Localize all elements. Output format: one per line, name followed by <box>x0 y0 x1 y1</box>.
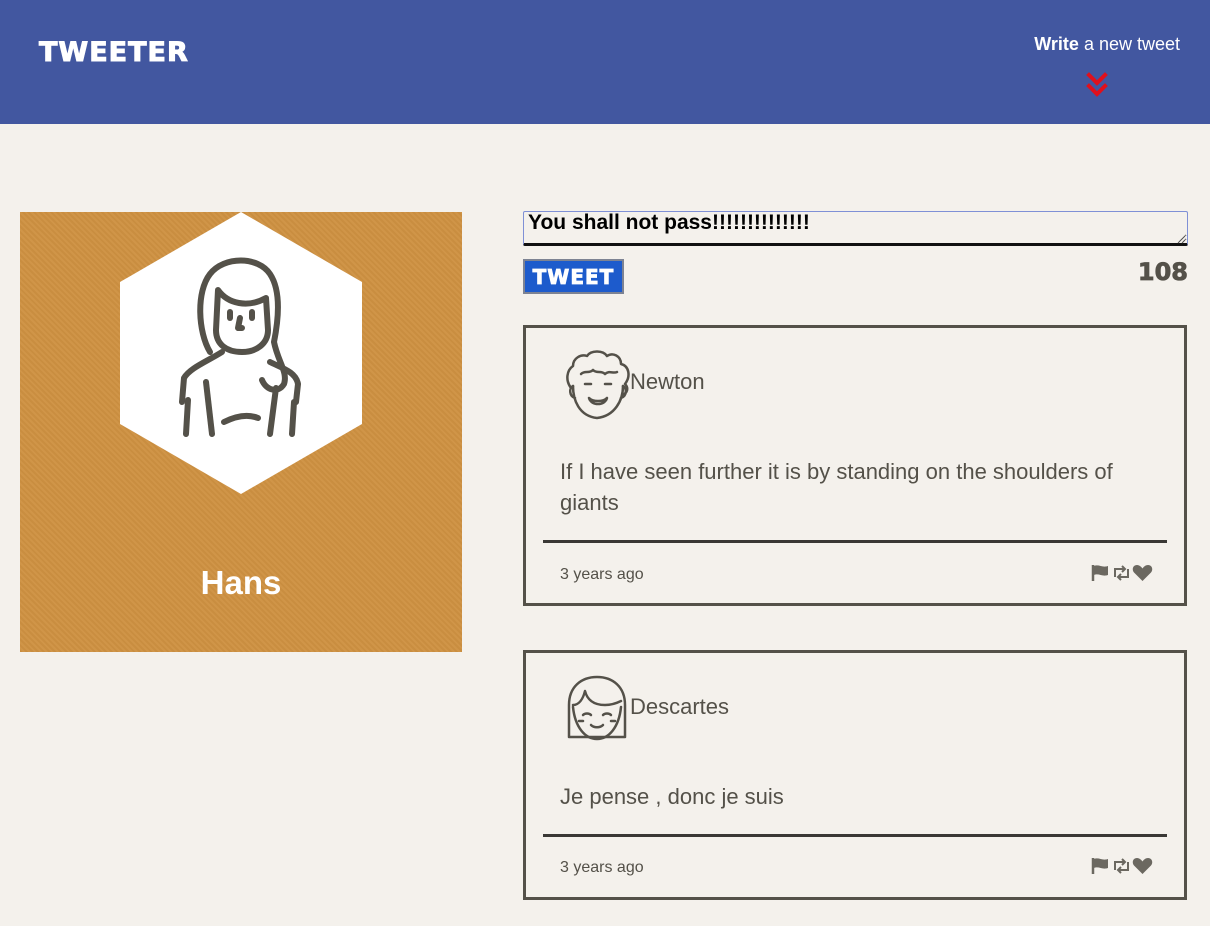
resize-grip-icon[interactable] <box>1176 234 1186 244</box>
tweet-divider <box>543 834 1167 837</box>
tweet-actions <box>1090 564 1153 582</box>
woman-avatar-icon <box>120 212 362 494</box>
tweet-card: Descartes Je pense , donc je suis 3 year… <box>523 650 1187 900</box>
brand-logo[interactable]: TWEETER <box>39 37 189 69</box>
top-nav: TWEETER Write a new tweet <box>0 0 1210 124</box>
profile-card: Hans <box>20 212 462 652</box>
heart-icon[interactable] <box>1132 857 1153 875</box>
tweet-content: Je pense , donc je suis <box>560 784 784 809</box>
tweet-divider <box>543 540 1167 543</box>
tweet-author[interactable]: Descartes <box>630 694 729 720</box>
curly-hair-man-avatar-icon <box>566 350 630 420</box>
tweet-content: If I have seen further it is by standing… <box>560 459 1113 515</box>
bangs-girl-avatar-icon <box>567 675 627 741</box>
flag-icon[interactable] <box>1090 857 1111 875</box>
tweet-timestamp: 3 years ago <box>560 566 644 583</box>
tweet-author[interactable]: Newton <box>630 369 705 395</box>
profile-name: Hans <box>200 564 282 601</box>
retweet-icon[interactable] <box>1111 857 1132 875</box>
tweet-card: Newton If I have seen further it is by s… <box>523 325 1187 606</box>
write-new-tweet-link[interactable]: Write a new tweet <box>1034 34 1180 55</box>
retweet-icon[interactable] <box>1111 564 1132 582</box>
compose-bold-label: Write <box>1034 34 1079 54</box>
flag-icon[interactable] <box>1090 564 1111 582</box>
tweet-button[interactable]: TWEET <box>523 259 624 294</box>
tweet-actions <box>1090 857 1153 875</box>
double-chevron-down-icon[interactable] <box>1086 72 1108 100</box>
compose-rest-label: a new tweet <box>1078 34 1180 54</box>
heart-icon[interactable] <box>1132 564 1153 582</box>
tweet-input[interactable] <box>523 211 1188 246</box>
char-counter: 108 <box>1137 258 1188 287</box>
tweet-timestamp: 3 years ago <box>560 859 644 876</box>
